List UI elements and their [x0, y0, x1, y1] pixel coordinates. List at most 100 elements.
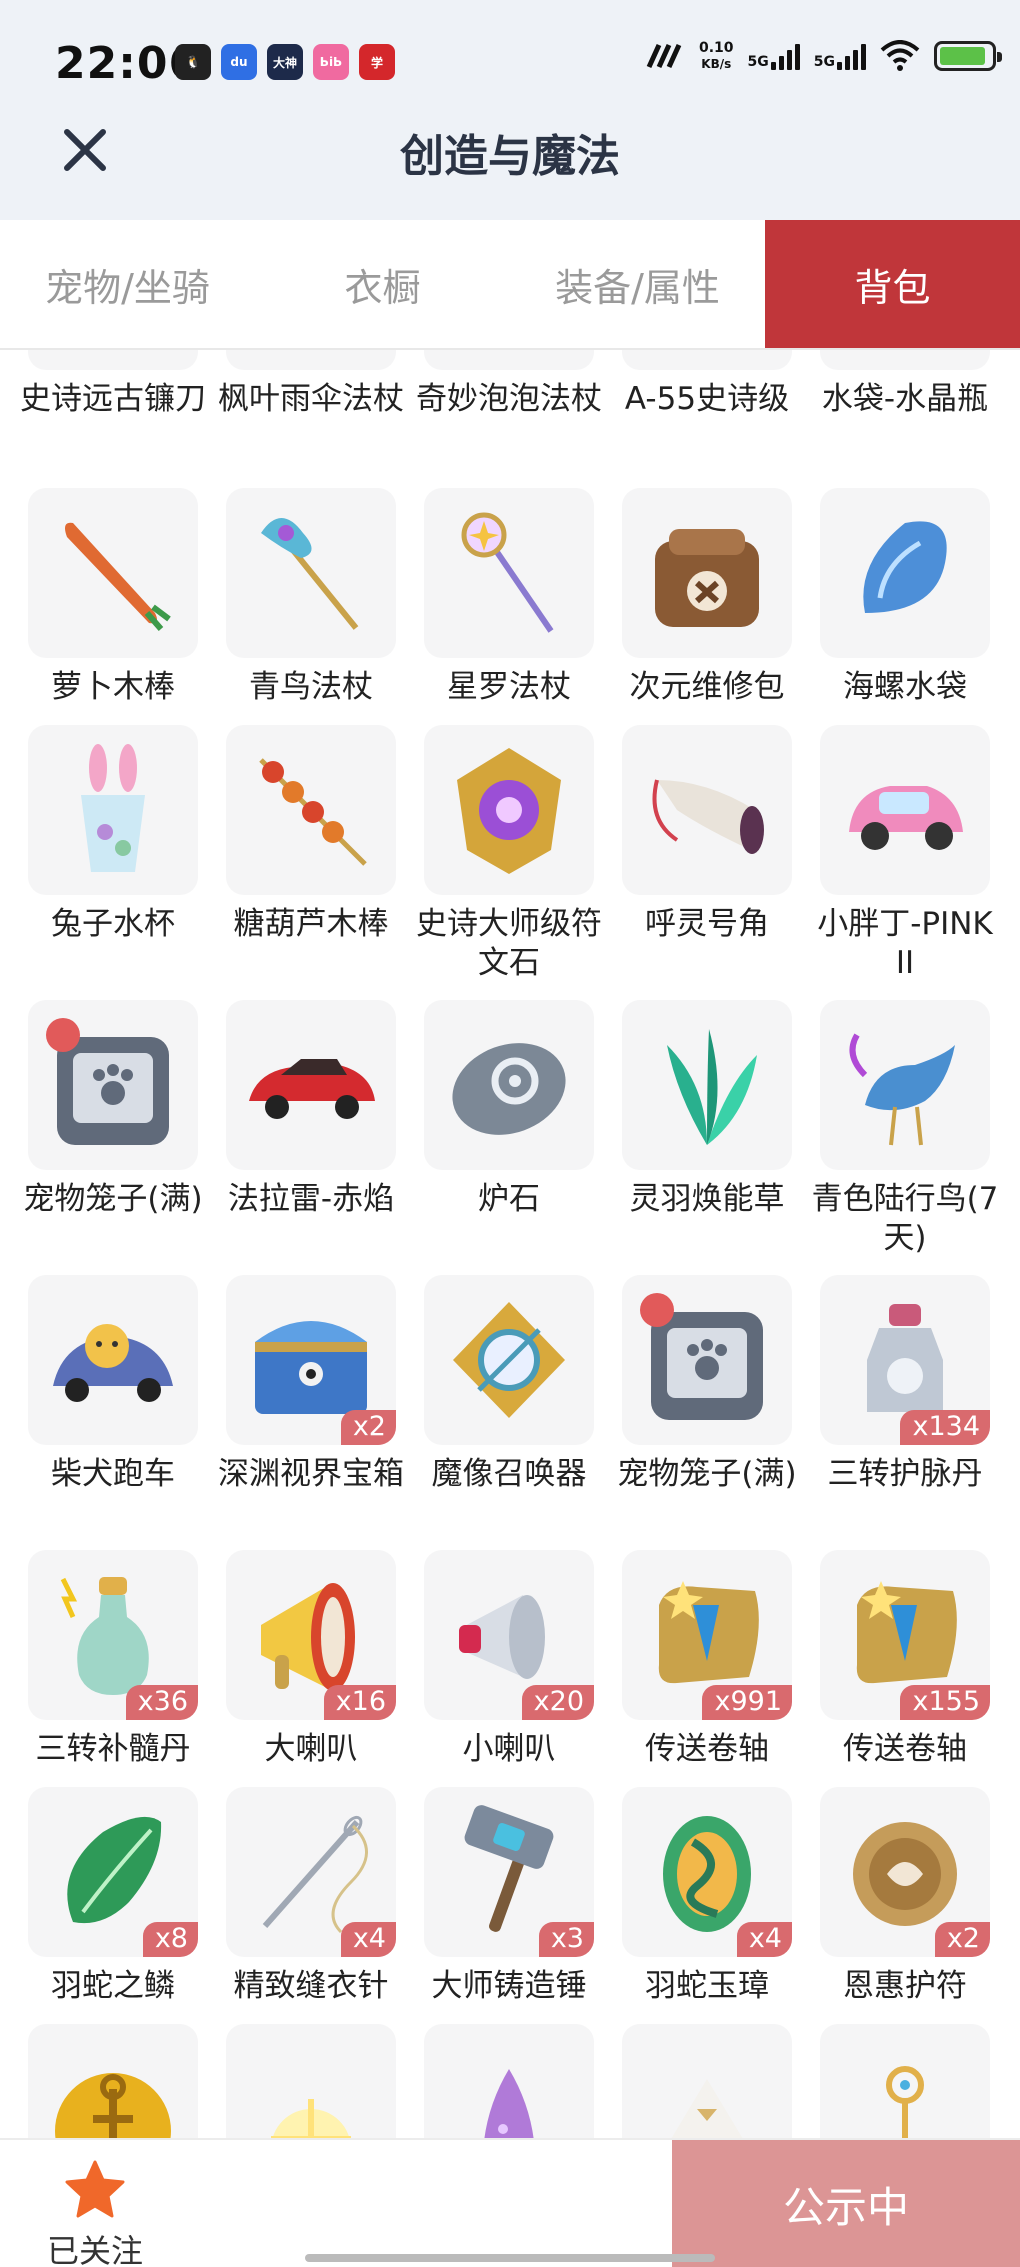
inventory-item[interactable]: x3 大师铸造锤	[424, 1787, 594, 2006]
tab-0[interactable]: 宠物/坐骑	[0, 220, 255, 348]
item-tile[interactable]: x36	[28, 1550, 198, 1720]
item-tile[interactable]: x16	[226, 1550, 396, 1720]
item-tile[interactable]	[28, 725, 198, 895]
partial-row: 史诗远古镰刀 枫叶雨伞法杖 奇妙泡泡法杖 A-55史诗级 水袋-水晶瓶	[0, 350, 1020, 472]
bilibili-icon: ЬiЬ	[313, 44, 349, 80]
inventory-item[interactable]: 青鸟法杖	[226, 488, 396, 707]
inventory-item[interactable]: 兔子水杯	[28, 725, 198, 944]
inventory-item[interactable]: 宠物笼子(满)	[617, 1275, 797, 1494]
inventory-item[interactable]	[820, 2024, 990, 2140]
item-tile[interactable]	[28, 350, 198, 370]
inventory-item[interactable]: 史诗大师级符文石	[416, 725, 602, 983]
item-tile[interactable]	[820, 725, 990, 895]
inventory-item[interactable]: 柴犬跑车	[28, 1275, 198, 1494]
rabbit-cup-icon	[81, 744, 145, 872]
umbrella-staff-icon	[241, 350, 381, 355]
inventory-item[interactable]: x134 三转护脉丹	[820, 1275, 990, 1494]
inventory-item[interactable]: 宠物笼子(满)	[23, 1000, 203, 1219]
status-indicators: 0.10 KB/s 5G 5G	[645, 40, 1002, 72]
inventory-item[interactable]: A-55史诗级	[622, 350, 792, 419]
item-label: 呼灵号角	[645, 906, 769, 942]
inventory-item[interactable]: 萝卜木棒	[28, 488, 198, 707]
quantity-badge: x134	[900, 1410, 990, 1445]
item-tile[interactable]	[424, 1275, 594, 1445]
item-tile[interactable]	[820, 2024, 990, 2140]
inventory-item[interactable]: x20 小喇叭	[424, 1550, 594, 1769]
item-tile[interactable]	[820, 1000, 990, 1170]
item-tile[interactable]	[226, 488, 396, 658]
inventory-item[interactable]: 糖葫芦木棒	[226, 725, 396, 944]
item-tile[interactable]	[226, 1000, 396, 1170]
tab-2[interactable]: 装备/属性	[510, 220, 765, 348]
tab-1[interactable]: 衣橱	[255, 220, 510, 348]
tab-3[interactable]: 背包	[765, 220, 1020, 348]
golem-summoner-icon	[453, 1302, 565, 1418]
inventory-item[interactable]	[424, 2024, 594, 2140]
inventory-item[interactable]: x155 传送卷轴	[820, 1550, 990, 1769]
inventory-item[interactable]: 魔像召唤器	[424, 1275, 594, 1494]
inventory-item[interactable]: 青色陆行鸟(7天)	[812, 1000, 998, 1258]
item-tile[interactable]: x8	[28, 1787, 198, 1957]
item-tile[interactable]: x3	[424, 1787, 594, 1957]
inventory-item[interactable]: x2 深渊视界宝箱	[218, 1275, 404, 1494]
item-tile[interactable]: x20	[424, 1550, 594, 1720]
item-label: 炉石	[478, 1181, 540, 1217]
item-tile[interactable]: x2	[226, 1275, 396, 1445]
item-tile[interactable]	[622, 1000, 792, 1170]
item-tile[interactable]	[424, 1000, 594, 1170]
inventory-item[interactable]	[622, 2024, 792, 2140]
inventory-item[interactable]: 海螺水袋	[820, 488, 990, 707]
needle-icon	[262, 1815, 368, 1934]
signal-2-label: 5G	[813, 54, 835, 70]
inventory-item[interactable]	[226, 2024, 396, 2140]
inventory-item[interactable]: 灵羽焕能草	[622, 1000, 792, 1219]
item-tile[interactable]: x155	[820, 1550, 990, 1720]
inventory-item[interactable]: x4 羽蛇玉璋	[622, 1787, 792, 2006]
inventory-item[interactable]: 星罗法杖	[424, 488, 594, 707]
bottom-bar: 已关注 公示中	[0, 2138, 1020, 2267]
inventory-item[interactable]: 小胖丁-PINK II	[817, 725, 993, 983]
item-tile[interactable]	[226, 2024, 396, 2140]
item-tile[interactable]	[622, 488, 792, 658]
inventory-item[interactable]: x991 传送卷轴	[622, 1550, 792, 1769]
inventory-item[interactable]: 法拉雷-赤焰	[226, 1000, 396, 1219]
inventory-item[interactable]: x16 大喇叭	[226, 1550, 396, 1769]
item-tile[interactable]	[424, 350, 594, 370]
inventory-item[interactable]: 呼灵号角	[622, 725, 792, 944]
item-tile[interactable]	[622, 1275, 792, 1445]
inventory-item[interactable]: 奇妙泡泡法杖	[416, 350, 602, 419]
inventory-item[interactable]: x4 精致缝衣针	[226, 1787, 396, 2006]
item-tile[interactable]	[424, 725, 594, 895]
item-tile[interactable]	[28, 488, 198, 658]
inventory-item[interactable]: x36 三转补髓丹	[28, 1550, 198, 1769]
item-tile[interactable]	[622, 350, 792, 370]
item-tile[interactable]	[424, 488, 594, 658]
inventory-item[interactable]: x2 恩惠护符	[820, 1787, 990, 2006]
item-tile[interactable]	[28, 1275, 198, 1445]
quantity-badge: x4	[736, 1922, 792, 1957]
item-tile[interactable]: x4	[622, 1787, 792, 1957]
item-label: 传送卷轴	[645, 1731, 769, 1767]
item-tile[interactable]: x991	[622, 1550, 792, 1720]
item-tile[interactable]	[424, 2024, 594, 2140]
item-tile[interactable]	[226, 350, 396, 370]
public-notice-button[interactable]: 公示中	[672, 2140, 1020, 2267]
inventory-item[interactable]	[28, 2024, 198, 2140]
item-tile[interactable]	[622, 725, 792, 895]
item-tile[interactable]: x4	[226, 1787, 396, 1957]
item-tile[interactable]	[28, 2024, 198, 2140]
follow-button[interactable]: 已关注	[30, 2160, 160, 2267]
item-tile[interactable]: x2	[820, 1787, 990, 1957]
inventory-item[interactable]: 史诗远古镰刀	[20, 350, 206, 419]
item-tile[interactable]: x134	[820, 1275, 990, 1445]
item-tile[interactable]	[820, 488, 990, 658]
item-tile[interactable]	[820, 350, 990, 370]
inventory-item[interactable]: x8 羽蛇之鳞	[28, 1787, 198, 2006]
item-tile[interactable]	[28, 1000, 198, 1170]
inventory-item[interactable]: 次元维修包	[622, 488, 792, 707]
inventory-item[interactable]: 水袋-水晶瓶	[820, 350, 990, 419]
inventory-item[interactable]: 枫叶雨伞法杖	[218, 350, 404, 419]
inventory-item[interactable]: 炉石	[424, 1000, 594, 1219]
item-tile[interactable]	[622, 2024, 792, 2140]
item-tile[interactable]	[226, 725, 396, 895]
